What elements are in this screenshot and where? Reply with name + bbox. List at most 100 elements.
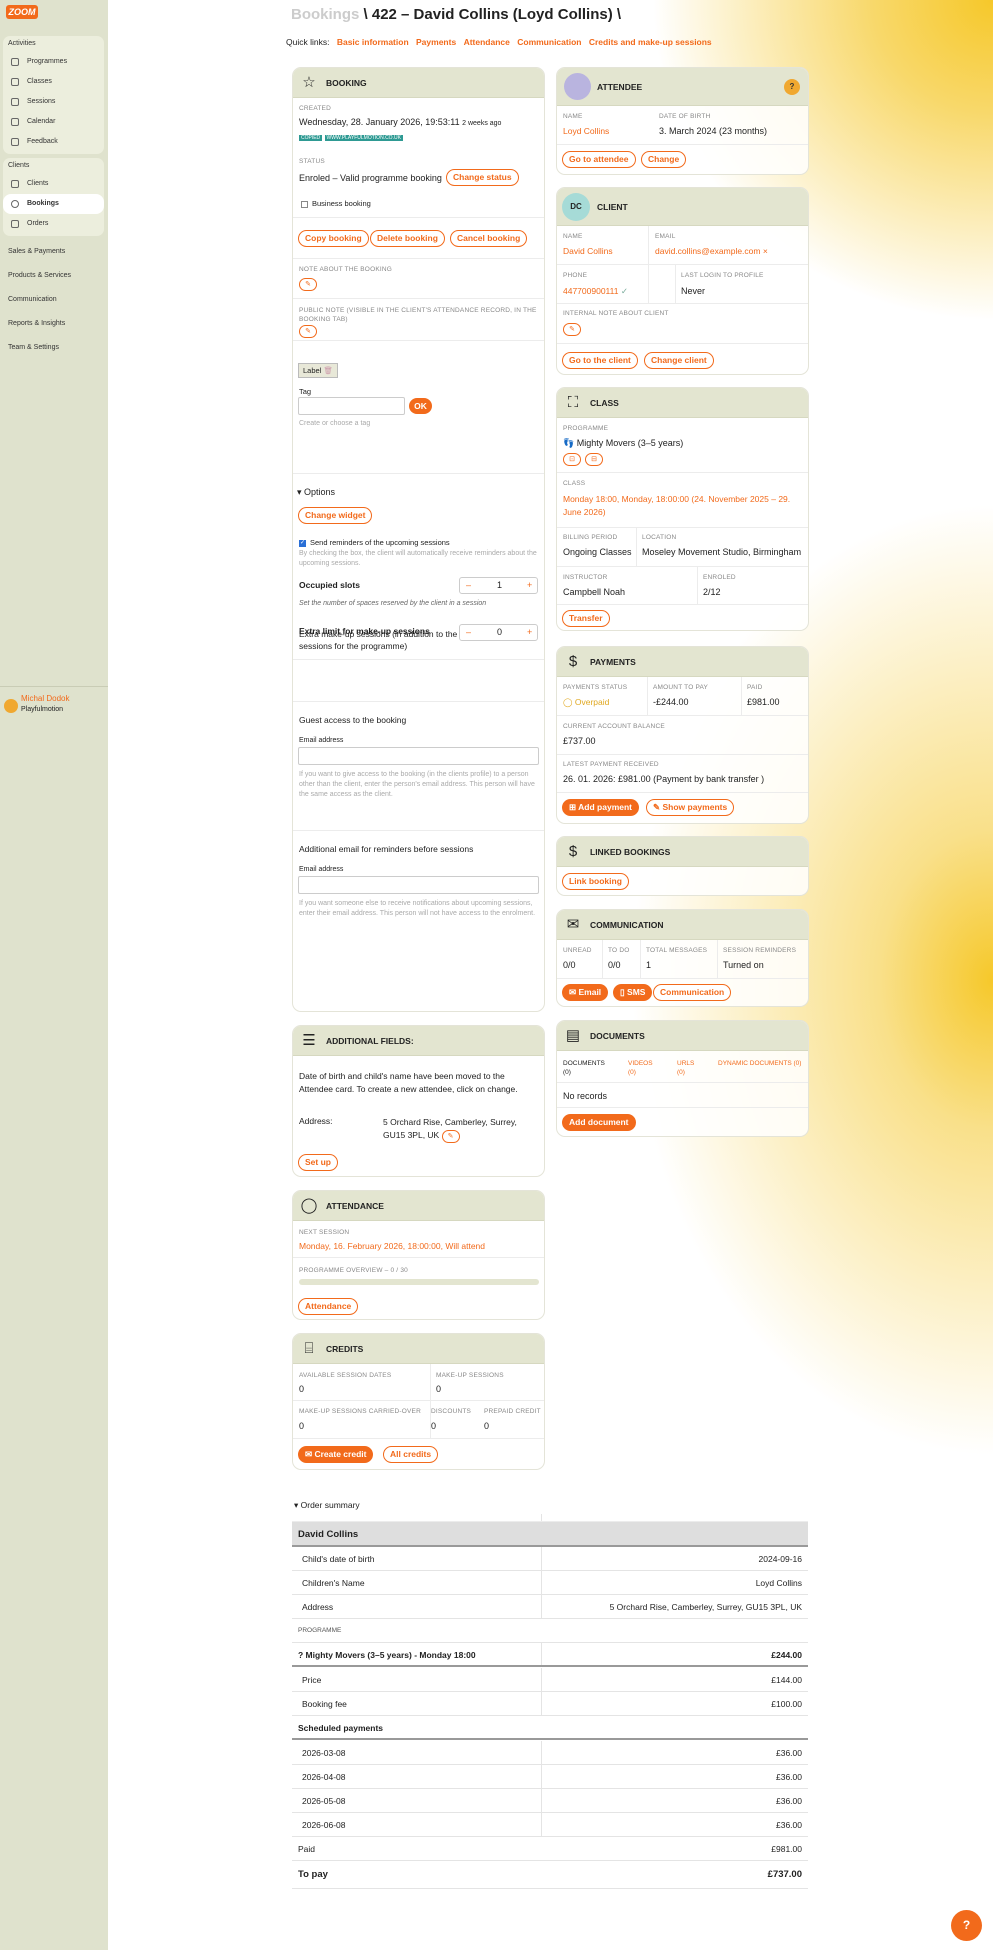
add-payment-button[interactable]: ⊞ Add payment	[562, 799, 640, 816]
order-row: Children's Name Loyd Collins	[292, 1571, 808, 1595]
sidebar-item-bookings[interactable]: Bookings	[3, 194, 104, 214]
business-booking-checkbox[interactable]: Business booking	[301, 199, 371, 208]
billing-period-value: Ongoing Classes	[563, 547, 632, 557]
change-widget-button[interactable]: Change widget	[298, 507, 373, 524]
client-note-label: INTERNAL NOTE ABOUT CLIENT	[563, 310, 669, 317]
edit-note-button[interactable]: ✎	[299, 278, 317, 291]
booking-actions: Copy booking Delete booking Cancel booki…	[293, 218, 544, 341]
card-title: CREDITS	[326, 1344, 364, 1354]
cancel-booking-button[interactable]: Cancel booking	[450, 230, 528, 247]
programme-value[interactable]: 👣 Mighty Movers (3–5 years)	[563, 438, 683, 449]
reminders-checkbox[interactable]: ✓ Send reminders of the upcoming sessions	[299, 538, 450, 547]
location-label: LOCATION	[642, 534, 677, 541]
show-payments-button[interactable]: ✎ Show payments	[646, 799, 735, 816]
prepaid-label: PREPAID CREDIT	[484, 1408, 541, 1415]
copy-booking-button[interactable]: Copy booking	[298, 230, 369, 247]
change-client-button[interactable]: Change client	[644, 352, 714, 369]
payment-status-label: PAYMENTS STATUS	[563, 684, 628, 691]
card-title: PAYMENTS	[590, 657, 636, 667]
quick-link-credits[interactable]: Credits and make-up sessions	[589, 37, 712, 47]
sidebar-item-reports[interactable]: Reports & Insights	[8, 320, 65, 327]
sidebar-item-orders[interactable]: Orders	[3, 214, 104, 234]
tab-videos[interactable]: VIDEOS (0)	[628, 1059, 658, 1077]
go-to-client-button[interactable]: Go to the client	[562, 352, 638, 369]
help-button[interactable]: ?	[951, 1910, 982, 1941]
programme-detail-button[interactable]: ⊡	[563, 453, 581, 466]
client-name-value[interactable]: David Collins	[563, 246, 613, 256]
sidebar-item-communication[interactable]: Communication	[8, 296, 57, 303]
next-session-value[interactable]: Monday, 16. February 2026, 18:00:00, Wil…	[299, 1241, 485, 1251]
client-email-value[interactable]: david.collins@example.com ×	[655, 246, 768, 256]
create-credit-button[interactable]: ✉ Create credit	[298, 1446, 374, 1463]
carried-over-label: MAKE-UP SESSIONS CARRIED-OVER	[299, 1408, 421, 1415]
label-chip[interactable]: Label 🗑	[298, 363, 338, 378]
go-to-attendee-button[interactable]: Go to attendee	[562, 151, 636, 168]
occupied-stepper[interactable]: – 1 +	[459, 577, 538, 594]
user-profile[interactable]: Michal Dodok Playfulmotion	[0, 686, 108, 716]
latest-payment-value: 26. 01. 2026: £981.00 (Payment by bank t…	[563, 774, 765, 784]
additional-email-input[interactable]	[298, 876, 539, 894]
quick-link-payments[interactable]: Payments	[416, 37, 456, 47]
available-sessions-value: 0	[299, 1384, 305, 1394]
transfer-button[interactable]: Transfer	[562, 610, 610, 627]
tab-dynamic-documents[interactable]: DYNAMIC DOCUMENTS (0)	[718, 1059, 803, 1068]
sidebar-item-sales[interactable]: Sales & Payments	[8, 248, 65, 255]
class-header: ⛶ CLASS	[557, 388, 808, 418]
balance-value: £737.00	[563, 736, 596, 746]
sidebar-item-label: Bookings	[27, 200, 59, 207]
add-document-button[interactable]: Add document	[562, 1114, 636, 1131]
quick-link-attendance[interactable]: Attendance	[464, 37, 510, 47]
programme-label: PROGRAMME	[563, 425, 609, 432]
delete-booking-button[interactable]: Delete booking	[370, 230, 445, 247]
attendance-card: ◯ ATTENDANCE NEXT SESSION Monday, 16. Feb…	[292, 1190, 545, 1320]
sidebar-item-feedback[interactable]: Feedback	[3, 132, 104, 152]
latest-payment-label: LATEST PAYMENT RECEIVED	[563, 761, 659, 768]
extra-limit-stepper[interactable]: – 0 +	[459, 624, 538, 641]
communication-button[interactable]: Communication	[653, 984, 732, 1001]
email-button[interactable]: ✉ Email	[562, 984, 609, 1001]
order-client-name: David Collins	[292, 1522, 808, 1547]
sidebar-item-sessions[interactable]: Sessions	[3, 92, 104, 112]
phone-label: PHONE	[563, 272, 588, 279]
enroled-value: 2/12	[703, 587, 721, 597]
star-icon: ☆	[302, 74, 316, 91]
order-summary-toggle[interactable]: ▾ Order summary	[294, 1500, 360, 1511]
app-logo[interactable]: ZOOM	[6, 5, 38, 19]
nav-group-activities: Activities Programmes Classes Sessions C…	[3, 36, 104, 154]
link-booking-button[interactable]: Link booking	[562, 873, 629, 890]
guest-email-input[interactable]	[298, 747, 539, 765]
edit-client-note-button[interactable]: ✎	[563, 323, 581, 336]
attendee-name-value[interactable]: Loyd Collins	[563, 126, 609, 136]
all-credits-button[interactable]: All credits	[383, 1446, 439, 1463]
breadcrumb[interactable]: Bookings	[291, 6, 359, 23]
edit-public-note-button[interactable]: ✎	[299, 325, 317, 338]
attendance-button[interactable]: Attendance	[298, 1298, 359, 1315]
communication-header: ✉ COMMUNICATION	[557, 910, 808, 940]
tab-documents[interactable]: DOCUMENTS (0)	[563, 1059, 613, 1077]
tab-urls[interactable]: URLS (0)	[677, 1059, 702, 1077]
quick-link-communication[interactable]: Communication	[517, 37, 581, 47]
edit-address-button[interactable]: ✎	[441, 1130, 460, 1143]
help-icon[interactable]: ?	[784, 79, 800, 95]
sidebar-item-clients[interactable]: Clients	[3, 174, 104, 194]
programme-list-button[interactable]: ⊟	[585, 453, 603, 466]
tag-input[interactable]	[298, 397, 405, 415]
tag-ok-button[interactable]: OK	[409, 398, 432, 414]
options-toggle[interactable]: ▾ Options	[297, 487, 335, 498]
folder-icon	[11, 78, 19, 86]
footprint-icon: 👣	[563, 438, 575, 448]
phone-value[interactable]: 447700900111 ✓	[563, 286, 628, 297]
guest-email-label: Email address	[299, 737, 344, 744]
sidebar-item-settings[interactable]: Team & Settings	[8, 344, 59, 351]
sidebar-item-products[interactable]: Products & Services	[8, 272, 71, 279]
change-status-button[interactable]: Change status	[446, 169, 519, 186]
quick-link-basic[interactable]: Basic information	[337, 37, 409, 47]
setup-button[interactable]: Set up	[298, 1154, 338, 1171]
sidebar-item-calendar[interactable]: Calendar	[3, 112, 104, 132]
class-value[interactable]: Monday 18:00, Monday, 18:00:00 (24. Nove…	[563, 493, 805, 519]
sidebar-item-programmes[interactable]: Programmes	[3, 52, 104, 72]
sidebar-item-classes[interactable]: Classes	[3, 72, 104, 92]
sms-button[interactable]: ▯ SMS	[613, 984, 653, 1001]
additional-fields-card: ☰ ADDITIONAL FIELDS: Date of birth and ch…	[292, 1025, 545, 1177]
change-attendee-button[interactable]: Change	[641, 151, 687, 168]
